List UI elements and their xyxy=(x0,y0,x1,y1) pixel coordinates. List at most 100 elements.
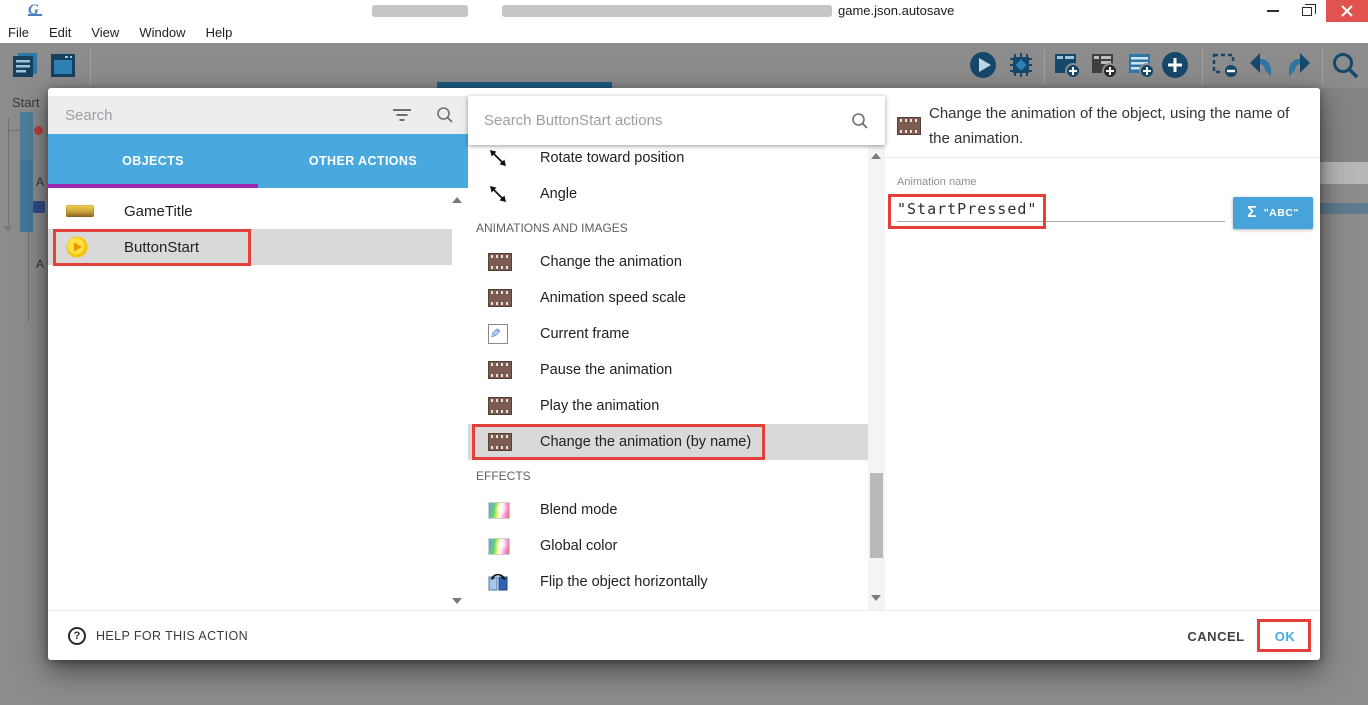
action-label: Blend mode xyxy=(540,502,617,518)
add-subevent-icon[interactable] xyxy=(1089,50,1119,80)
film-strip-icon xyxy=(488,289,512,307)
object-name: GameTitle xyxy=(124,203,193,220)
action-item[interactable]: Angle xyxy=(468,176,868,212)
action-editor-dialog: OBJECTS OTHER ACTIONS GameTitle ButtonSt… xyxy=(48,88,1320,660)
tab-objects[interactable]: OBJECTS xyxy=(48,134,258,188)
rotate-arrow-icon xyxy=(488,148,508,168)
background-action-icon xyxy=(33,201,45,213)
blend-mode-icon xyxy=(488,502,510,519)
background-scene-tab: Start xyxy=(12,95,39,110)
film-strip-icon xyxy=(897,117,921,135)
redacted-title-segment xyxy=(372,5,468,17)
flip-horizontal-icon xyxy=(488,572,508,592)
section-header: ANIMATIONS AND IMAGES xyxy=(468,212,868,244)
action-item[interactable]: Play the animation xyxy=(468,388,868,424)
background-text-fragment: A xyxy=(36,175,44,189)
toolbar-separator xyxy=(90,49,91,85)
angle-arrow-icon xyxy=(488,184,508,204)
window-title: game.json.autosave xyxy=(838,3,954,18)
action-label: Flip the object horizontally xyxy=(540,574,708,590)
expression-editor-button[interactable]: Σ "ABC" xyxy=(1233,197,1313,229)
action-label: Current frame xyxy=(540,326,629,342)
current-frame-icon xyxy=(488,324,508,344)
action-description: Change the animation of the object, usin… xyxy=(929,101,1297,151)
search-icon xyxy=(436,106,454,124)
background-event-bar xyxy=(20,112,33,160)
scroll-up-arrow[interactable] xyxy=(452,197,462,203)
dimmed-workspace: Start A A OBJECTS OTHER ACTIONS GameTitl… xyxy=(0,43,1368,705)
background-panel-edge xyxy=(1320,162,1368,184)
close-icon xyxy=(1341,5,1353,17)
action-list: Rotate toward position Angle ANIMATIONS … xyxy=(468,145,868,610)
toolbar-separator xyxy=(1202,49,1203,85)
action-label: Change the animation (by name) xyxy=(540,434,751,450)
background-panel-edge xyxy=(1320,203,1368,214)
scroll-up-arrow[interactable] xyxy=(871,153,881,159)
background-tree-arrow xyxy=(3,226,13,232)
scroll-down-arrow[interactable] xyxy=(871,595,881,601)
debug-icon[interactable] xyxy=(1006,50,1036,80)
action-item[interactable]: Flip the object horizontally xyxy=(468,564,868,600)
minimize-button[interactable] xyxy=(1258,0,1288,22)
list-item-gametitle[interactable]: GameTitle xyxy=(48,193,452,229)
undo-icon[interactable] xyxy=(1246,50,1276,80)
scene-editor-icon[interactable] xyxy=(48,50,78,80)
menu-bar: File Edit View Window Help xyxy=(0,22,1368,43)
expression-button-label: "ABC" xyxy=(1264,207,1299,219)
filter-icon[interactable] xyxy=(392,107,412,123)
redacted-title-segment xyxy=(502,5,832,17)
tab-other-actions[interactable]: OTHER ACTIONS xyxy=(258,134,468,188)
search-toolbar-icon[interactable] xyxy=(1330,50,1360,80)
gdevelop-logo-icon: G xyxy=(28,2,39,19)
object-list: GameTitle ButtonStart xyxy=(48,188,452,610)
animation-name-input[interactable] xyxy=(897,196,1225,222)
dialog-footer: ? HELP FOR THIS ACTION CANCEL OK xyxy=(48,610,1320,660)
cancel-button[interactable]: CANCEL xyxy=(1181,623,1251,649)
close-button[interactable] xyxy=(1326,0,1368,22)
add-circle-icon[interactable] xyxy=(1160,50,1190,80)
window-titlebar: G game.json.autosave xyxy=(0,0,1368,22)
action-label: Play the animation xyxy=(540,398,659,414)
redo-icon[interactable] xyxy=(1284,50,1314,80)
scroll-down-arrow[interactable] xyxy=(452,598,462,604)
background-tree-line xyxy=(28,232,29,322)
action-item[interactable]: Global color xyxy=(468,528,868,564)
gametitle-thumbnail-icon xyxy=(66,205,94,217)
scrollbar-thumb[interactable] xyxy=(870,473,883,558)
action-list-scrollbar[interactable] xyxy=(868,145,885,610)
add-comment-icon[interactable] xyxy=(1126,50,1156,80)
add-event-icon[interactable] xyxy=(1052,50,1082,80)
action-item[interactable]: Blend mode xyxy=(468,492,868,528)
list-item-buttonstart[interactable]: ButtonStart xyxy=(48,229,452,265)
delete-selection-icon[interactable] xyxy=(1210,50,1240,80)
film-strip-icon xyxy=(488,433,512,451)
film-strip-icon xyxy=(488,253,512,271)
menu-view[interactable]: View xyxy=(81,25,129,40)
help-button[interactable]: ? HELP FOR THIS ACTION xyxy=(68,623,248,649)
action-item[interactable]: Animation speed scale xyxy=(468,280,868,316)
menu-window[interactable]: Window xyxy=(129,25,195,40)
menu-edit[interactable]: Edit xyxy=(39,25,81,40)
menu-help[interactable]: Help xyxy=(196,25,243,40)
object-name: ButtonStart xyxy=(124,239,199,256)
background-condition-icon xyxy=(34,126,43,135)
action-label: Global color xyxy=(540,538,617,554)
background-panel-edge xyxy=(1320,88,1368,162)
action-item-partial[interactable] xyxy=(468,600,868,610)
help-icon: ? xyxy=(68,627,86,645)
action-item-selected[interactable]: Change the animation (by name) xyxy=(468,424,868,460)
action-search-box xyxy=(468,96,885,145)
action-search-input[interactable] xyxy=(468,96,885,145)
project-manager-icon[interactable] xyxy=(10,50,40,80)
action-item[interactable]: Rotate toward position xyxy=(468,145,868,176)
sigma-icon: Σ xyxy=(1247,204,1257,222)
action-item[interactable]: Pause the animation xyxy=(468,352,868,388)
restore-button[interactable] xyxy=(1292,0,1322,22)
background-tree-line xyxy=(8,130,20,131)
toolbar-separator xyxy=(1322,49,1323,85)
preview-play-icon[interactable] xyxy=(968,50,998,80)
action-item[interactable]: Change the animation xyxy=(468,244,868,280)
ok-button[interactable]: OK xyxy=(1260,623,1310,649)
menu-file[interactable]: File xyxy=(0,25,39,40)
action-item[interactable]: Current frame xyxy=(468,316,868,352)
